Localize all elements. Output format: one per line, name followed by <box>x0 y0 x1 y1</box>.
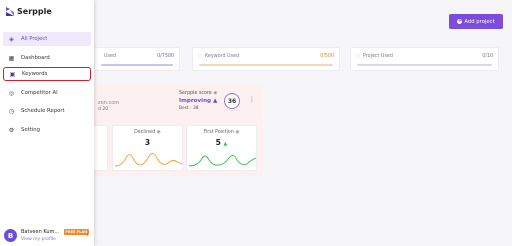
mini-card-title: First Position ◉ <box>203 130 240 135</box>
mini-card-title: Declined ◉ <box>134 130 161 135</box>
sidebar-item-dashboard[interactable]: ▦ Dashboard <box>3 51 91 65</box>
project-icon: ◌ <box>356 54 361 59</box>
mini-card-value: 3 <box>144 138 151 147</box>
mini-card-declined: Declined ◉ 3 <box>112 125 183 171</box>
up-arrow-icon: ▲ <box>213 98 218 104</box>
sidebar-item-all-project[interactable]: ◈ All Project <box>3 32 91 46</box>
bulb-icon: ◎ <box>8 89 15 97</box>
stat-card-keyword: ◌ Keyword Used 0/500 <box>192 47 340 71</box>
sidebar-item-label: Competitor AI <box>21 90 58 96</box>
sidebar-item-label: Dashboard <box>21 55 50 61</box>
layers-icon: ◈ <box>9 35 14 43</box>
add-project-label: Add project <box>464 18 495 25</box>
sidebar-item-label: Schedule Report <box>21 108 65 114</box>
info-icon: ◉ <box>235 130 240 135</box>
sidebar-item-setting[interactable]: ⚙ Setting <box>3 123 91 137</box>
mini-card-first-position: First Position ◉ 5 ▲ <box>186 125 257 171</box>
project-domain: zon.com <box>98 100 120 106</box>
sidebar-item-competitor-ai[interactable]: ◎ Competitor AI <box>3 86 91 100</box>
add-project-button[interactable]: + Add project <box>449 14 503 29</box>
score-status: Improving ▲ <box>179 98 218 104</box>
stat-value: 0/7500 <box>157 54 174 59</box>
stat-label: Used <box>104 54 117 59</box>
clock-icon: ◷ <box>8 107 15 115</box>
stat-value: 0/500 <box>320 54 334 59</box>
up-arrow-icon: ▲ <box>223 141 228 147</box>
serpple-logo-icon <box>6 7 14 16</box>
view-profile-link[interactable]: View my profile <box>21 237 56 242</box>
sidebar-item-label: Keywords <box>22 71 48 77</box>
sidebar-item-label: Setting <box>21 127 40 133</box>
project-card[interactable]: zon.com d 20 Serpple score ◉ Improving ▲… <box>94 84 263 176</box>
stat-progress-bar <box>101 63 173 66</box>
plus-icon: + <box>457 18 463 24</box>
stat-card-used: Used 0/7500 <box>94 47 180 71</box>
declined-sparkline <box>115 153 182 167</box>
info-icon: ◉ <box>156 130 161 135</box>
score-ring: 36 <box>224 93 240 109</box>
user-profile[interactable]: B Batveen Kum... FREE PLAN View my profi… <box>4 227 94 243</box>
chevron-right-icon: › <box>86 232 89 239</box>
sidebar-item-label: All Project <box>21 36 48 42</box>
app-name: Serpple <box>17 7 52 16</box>
keyword-icon: ▣ <box>9 70 16 78</box>
mini-card-value: 5 ▲ <box>215 138 228 147</box>
sidebar: Serpple ◈ All Project ▦ Dashboard ▣ Keyw… <box>0 0 94 246</box>
user-name: Batveen Kum... <box>21 229 60 235</box>
sidebar-item-schedule-report[interactable]: ◷ Schedule Report <box>3 104 91 118</box>
grid-icon: ▦ <box>8 54 15 62</box>
more-options-icon[interactable]: ⋮ <box>249 96 255 103</box>
stat-label: Project Used <box>363 54 393 59</box>
stat-progress-bar <box>199 63 333 66</box>
gear-icon: ⚙ <box>8 126 15 134</box>
avatar: B <box>4 229 17 242</box>
stat-value: 0/10 <box>482 54 493 59</box>
tag-icon: ◌ <box>198 54 203 59</box>
project-keyword-count: d 20 <box>98 107 109 112</box>
plan-badge: FREE PLAN <box>64 228 89 235</box>
first-position-sparkline <box>189 155 256 167</box>
stat-card-project: ◌ Project Used 0/10 <box>350 47 499 71</box>
sidebar-item-keywords[interactable]: ▣ Keywords <box>3 67 91 81</box>
stat-progress-bar <box>357 63 492 66</box>
mini-card-partial <box>94 125 137 171</box>
best-score: Best : 38 <box>179 106 199 111</box>
score-title: Serpple score ◉ <box>179 91 218 96</box>
info-icon: ◉ <box>213 91 218 96</box>
stat-label: Keyword Used <box>205 54 240 59</box>
app-logo[interactable]: Serpple <box>6 7 52 16</box>
